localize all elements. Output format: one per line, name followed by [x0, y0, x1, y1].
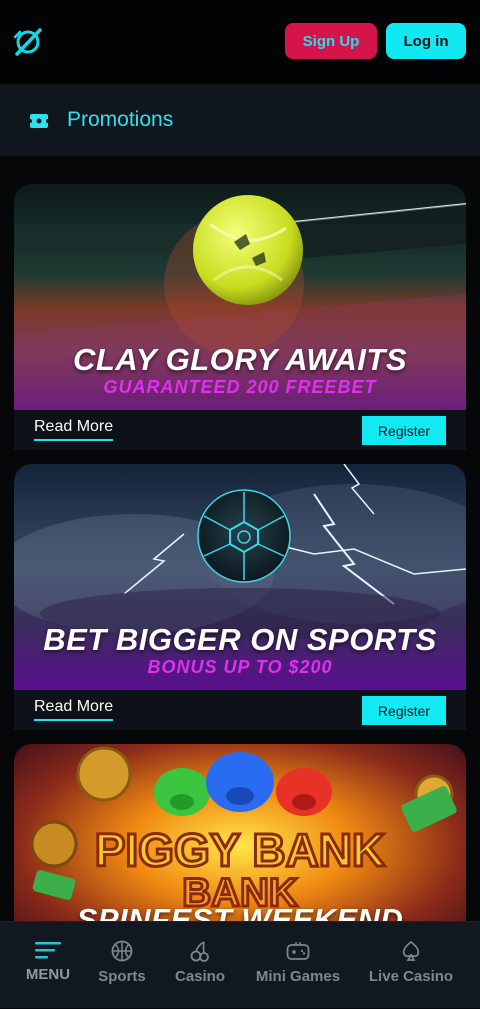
promo-title: CLAY GLORY AWAITS: [72, 342, 408, 377]
promo-card-piggy: PIGGY BANK BANK SPINFEST WEEKEND: [14, 744, 466, 921]
promo-banner-clay[interactable]: CLAY GLORY AWAITS GUARANTEED 200 FREEBET: [14, 184, 466, 410]
nav-item-live-casino[interactable]: Live Casino: [364, 922, 458, 1009]
promo-card-clay: CLAY GLORY AWAITS GUARANTEED 200 FREEBET…: [14, 184, 466, 450]
nav-label: Mini Games: [255, 968, 341, 985]
spade-icon: [402, 940, 420, 961]
login-button[interactable]: Log in: [386, 23, 466, 59]
promo-banner-piggy[interactable]: PIGGY BANK BANK SPINFEST WEEKEND: [14, 744, 466, 921]
promo-title: BET BIGGER ON SPORTS: [43, 622, 437, 657]
promo-subtitle: GUARANTEED 200 FREEBET: [103, 377, 377, 397]
signup-button[interactable]: Sign Up: [285, 23, 377, 59]
nav-item-casino[interactable]: Casino: [170, 922, 230, 1009]
promo-subtitle: BONUS UP TO $200: [147, 657, 333, 677]
read-more-link[interactable]: Read More: [34, 698, 114, 721]
read-more-link[interactable]: Read More: [34, 418, 114, 441]
promo-card-footer: Read More Register: [14, 410, 466, 450]
basketball-icon: [111, 940, 133, 962]
nav-label: MENU: [25, 966, 71, 983]
bottom-nav: MENU Sports Casino Mini Games Live Casin…: [0, 921, 480, 1008]
nav-label: Sports: [98, 968, 146, 985]
cherry-icon: [190, 941, 209, 962]
promo-card-footer: Read More Register: [14, 690, 466, 730]
gamepad-icon: [286, 942, 310, 960]
nav-item-sports[interactable]: Sports: [92, 922, 152, 1009]
promo-title: SPINFEST WEEKEND: [76, 902, 404, 921]
promo-banner-sports[interactable]: BET BIGGER ON SPORTS BONUS UP TO $200: [14, 464, 466, 690]
nav-label: Live Casino: [368, 968, 454, 985]
register-button[interactable]: Register: [362, 416, 446, 445]
register-button[interactable]: Register: [362, 696, 446, 725]
nav-item-mini-games[interactable]: Mini Games: [252, 922, 344, 1009]
piggy-scene: PIGGY BANK BANK: [14, 744, 466, 921]
page-title: Promotions: [67, 108, 174, 131]
ticket-icon: [30, 114, 48, 128]
nav-item-menu[interactable]: MENU: [18, 922, 78, 1009]
brand-logo[interactable]: [14, 27, 42, 57]
menu-icon: [35, 942, 61, 959]
piggy-logo: PIGGY BANK: [95, 824, 386, 876]
nav-label: Casino: [174, 968, 225, 985]
promo-card-sports: BET BIGGER ON SPORTS BONUS UP TO $200 Re…: [14, 464, 466, 730]
